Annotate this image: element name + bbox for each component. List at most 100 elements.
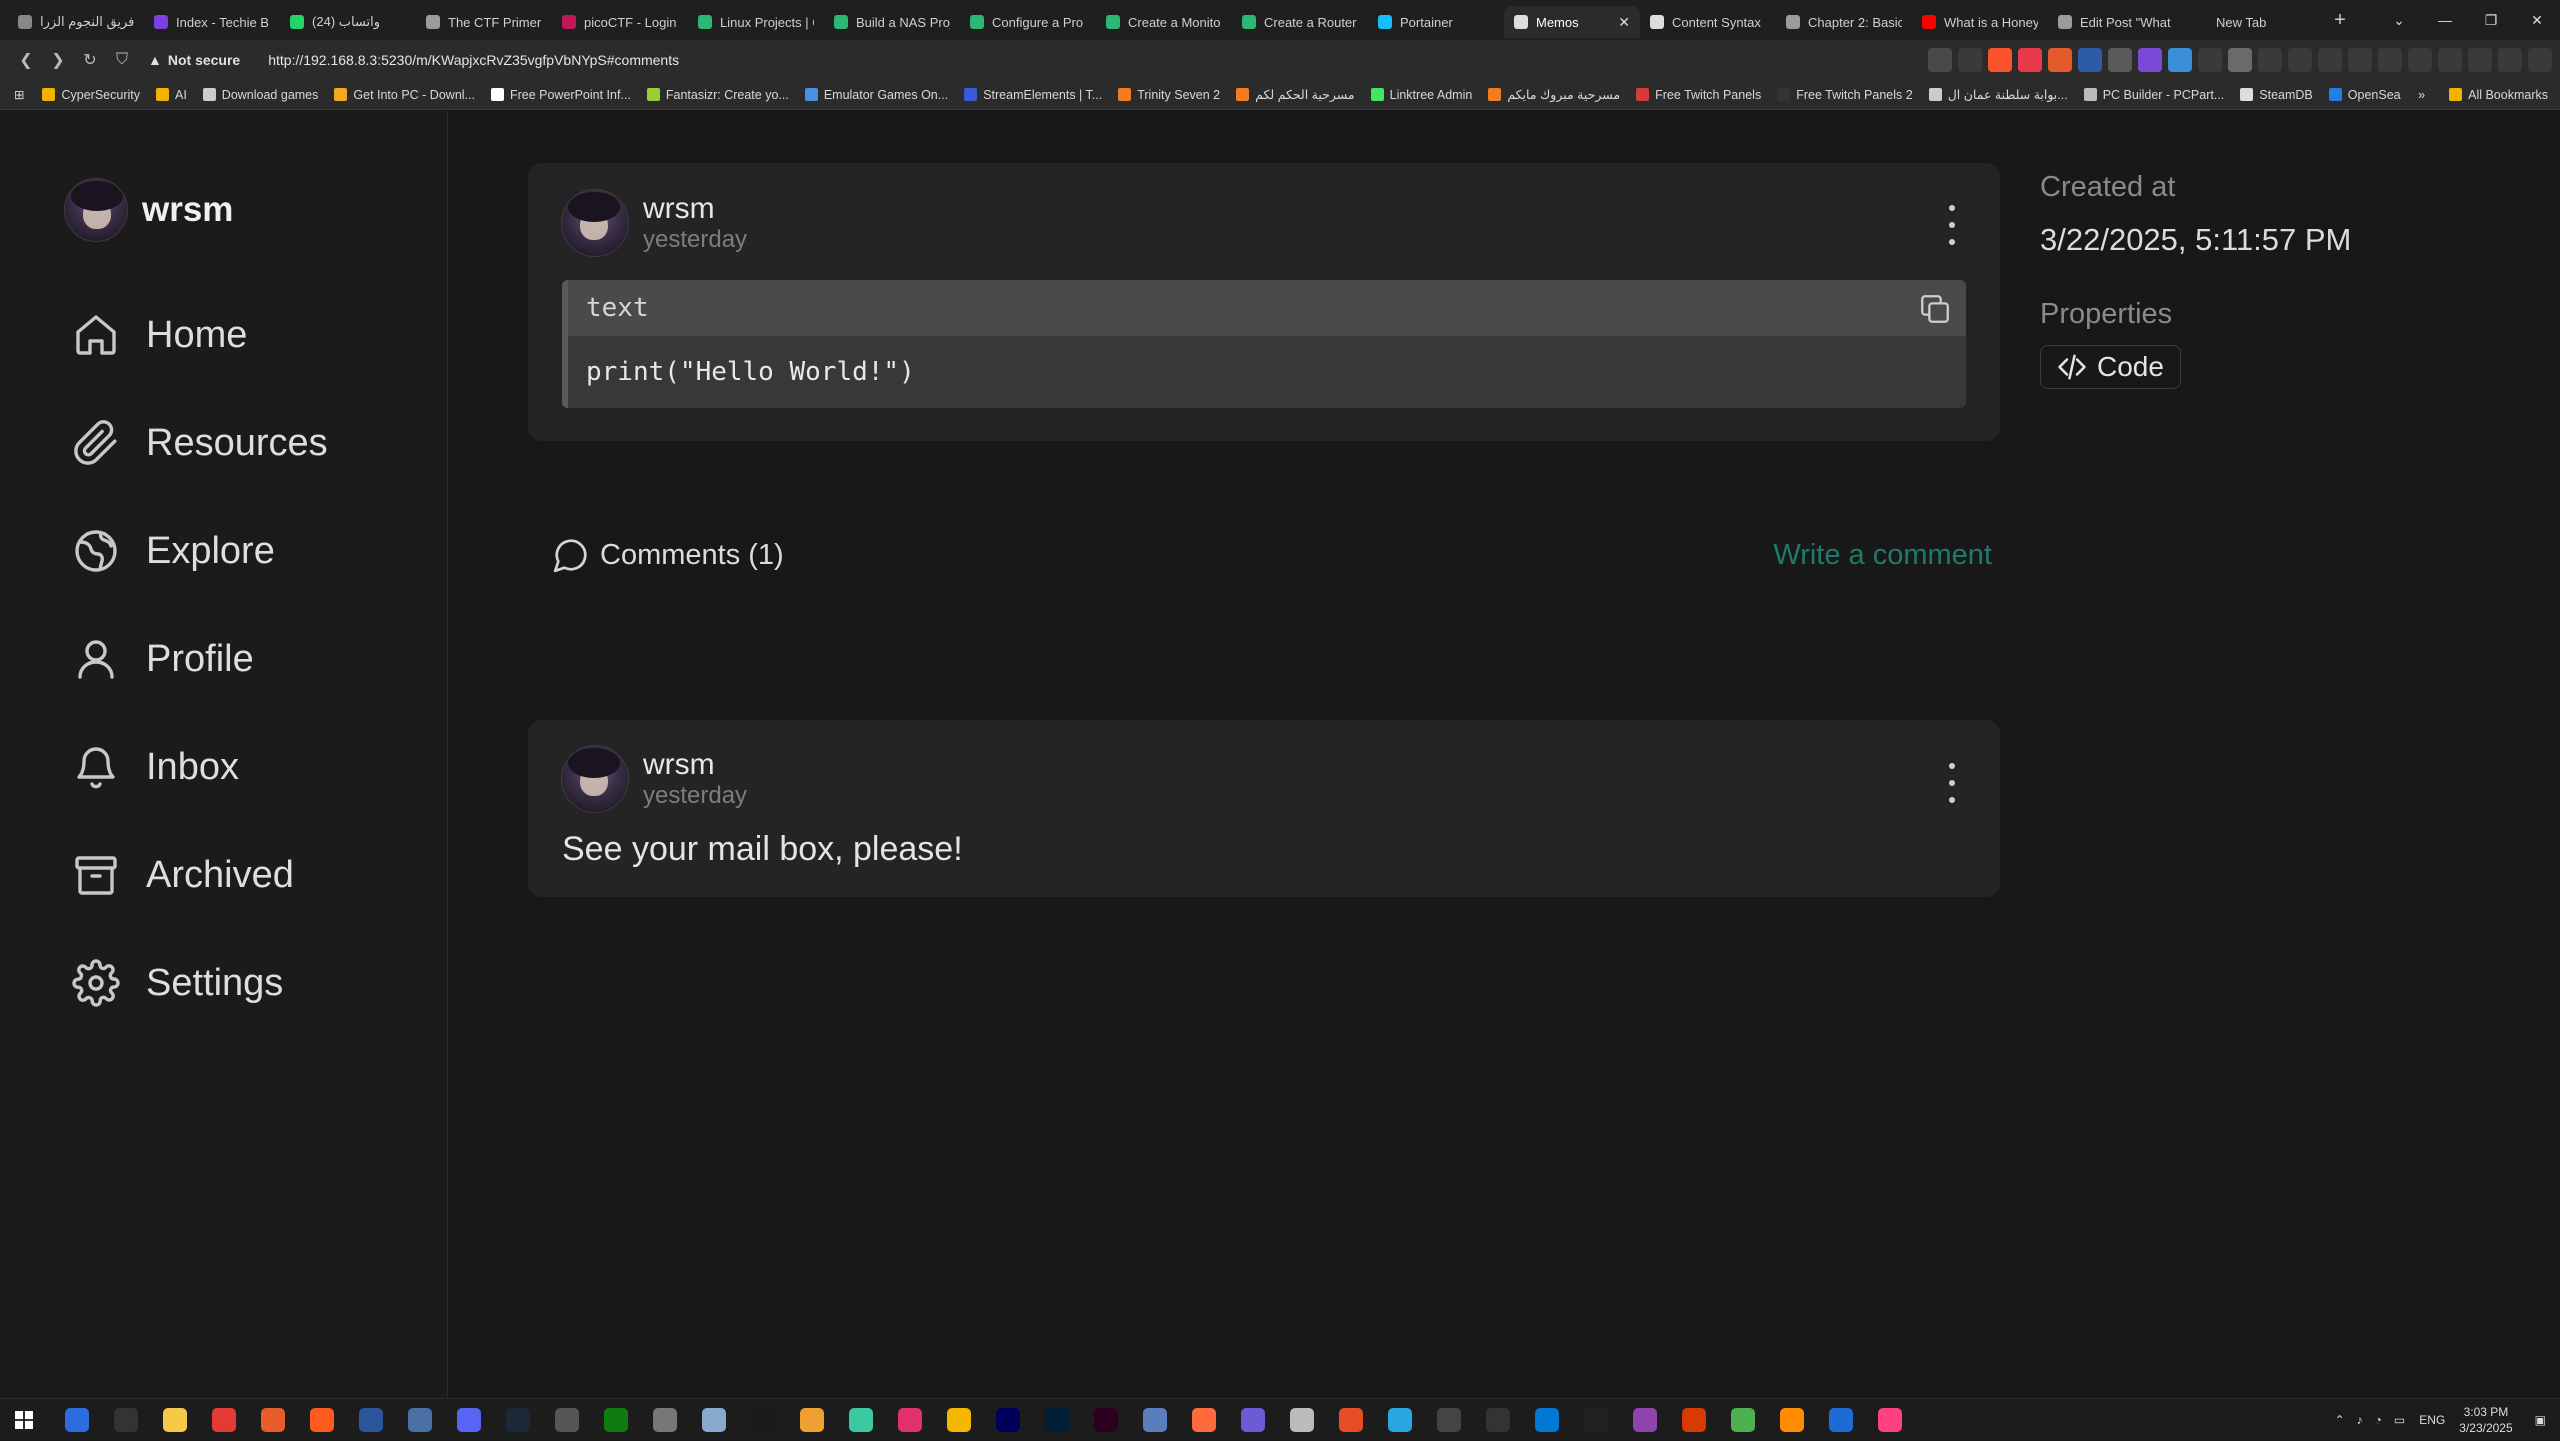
taskbar-app-icon[interactable] bbox=[1535, 1407, 1559, 1432]
extension-icon[interactable] bbox=[2258, 48, 2282, 72]
windows-start-icon[interactable] bbox=[0, 1399, 48, 1441]
profile-icon[interactable] bbox=[2498, 48, 2522, 72]
taskbar-app-icon[interactable] bbox=[1829, 1407, 1853, 1432]
browser-tab[interactable]: Content Syntax bbox=[1640, 6, 1776, 38]
browser-tab[interactable]: Portainer bbox=[1368, 6, 1504, 38]
bookmark-item[interactable]: Free Twitch Panels 2 bbox=[1777, 88, 1913, 102]
bookmark-item[interactable]: Free Twitch Panels bbox=[1636, 88, 1761, 102]
taskbar-app-icon[interactable] bbox=[555, 1407, 579, 1432]
taskbar-app-icon[interactable] bbox=[163, 1407, 187, 1432]
extension-icon[interactable] bbox=[2168, 48, 2192, 72]
taskbar-app-icon[interactable] bbox=[1437, 1407, 1461, 1432]
browser-tab[interactable]: The CTF Primer bbox=[416, 6, 552, 38]
taskbar-app-icon[interactable] bbox=[947, 1407, 971, 1432]
browser-tab[interactable]: picoCTF - Login bbox=[552, 6, 688, 38]
avatar[interactable] bbox=[561, 189, 629, 257]
taskbar-app-icon[interactable] bbox=[457, 1407, 481, 1432]
taskbar-app-icon[interactable] bbox=[1486, 1407, 1510, 1432]
notifications-icon[interactable]: ▣ bbox=[2535, 1413, 2546, 1427]
taskbar-app-icon[interactable] bbox=[1633, 1407, 1657, 1432]
taskbar-app-icon[interactable] bbox=[702, 1407, 726, 1432]
browser-tab[interactable]: Memos ✕ bbox=[1504, 6, 1640, 38]
comment-time[interactable]: yesterday bbox=[643, 782, 747, 810]
sidebar-user[interactable]: wrsm bbox=[64, 178, 233, 242]
browser-tab[interactable]: Create a Monito bbox=[1096, 6, 1232, 38]
taskbar-app-icon[interactable] bbox=[114, 1407, 138, 1432]
taskbar-app-icon[interactable] bbox=[1192, 1407, 1216, 1432]
bookmark-item[interactable]: Linktree Admin bbox=[1370, 88, 1472, 102]
minimize-button[interactable]: — bbox=[2422, 12, 2468, 28]
browser-tab[interactable]: Index - Techie B bbox=[144, 6, 280, 38]
browser-tab[interactable]: New Tab bbox=[2184, 6, 2320, 38]
all-bookmarks-folder[interactable]: All Bookmarks bbox=[2449, 88, 2548, 102]
bookmark-item[interactable]: بوابة سلطنة عمان ال... bbox=[1928, 87, 2068, 102]
brave-shield-icon[interactable] bbox=[1988, 48, 2012, 72]
sidebar-item-home[interactable]: Home bbox=[72, 281, 328, 389]
more-bookmarks-chevron-icon[interactable]: » bbox=[2418, 88, 2425, 102]
extension-icon[interactable] bbox=[2048, 48, 2072, 72]
tab-search-chevron-icon[interactable]: ⌄ bbox=[2376, 12, 2422, 29]
browser-tab[interactable]: Configure a Pro bbox=[960, 6, 1096, 38]
menu-icon[interactable] bbox=[2528, 48, 2552, 72]
extension-icon[interactable] bbox=[2228, 48, 2252, 72]
apps-grid-icon[interactable]: ⊞ bbox=[14, 87, 24, 102]
bookmark-item[interactable]: Download games bbox=[202, 88, 318, 102]
taskbar-app-icon[interactable] bbox=[408, 1407, 432, 1432]
taskbar-app-icon[interactable] bbox=[310, 1407, 334, 1432]
bookmark-item[interactable]: StreamElements | T... bbox=[964, 88, 1102, 102]
bookmark-item[interactable]: Emulator Games On... bbox=[804, 88, 948, 102]
sidebar-item-resources[interactable]: Resources bbox=[72, 389, 328, 497]
taskbar-app-icon[interactable] bbox=[1290, 1407, 1314, 1432]
close-window-button[interactable]: ✕ bbox=[2514, 12, 2560, 29]
close-tab-icon[interactable]: ✕ bbox=[1618, 14, 1630, 31]
clock[interactable]: 3:03 PM 3/23/2025 bbox=[2459, 1404, 2512, 1436]
sidebar-item-inbox[interactable]: Inbox bbox=[72, 713, 328, 821]
tray-overflow-chevron-icon[interactable]: ⌃ bbox=[2335, 1413, 2345, 1427]
taskbar-app-icon[interactable] bbox=[212, 1407, 236, 1432]
browser-tab[interactable]: فريق النجوم الزرا bbox=[8, 6, 144, 38]
taskbar-app-icon[interactable] bbox=[261, 1407, 285, 1432]
taskbar-app-icon[interactable] bbox=[1584, 1407, 1608, 1432]
zoom-icon[interactable] bbox=[1928, 48, 1952, 72]
comment-author[interactable]: wrsm bbox=[643, 748, 747, 782]
sidebar-item-profile[interactable]: Profile bbox=[72, 605, 328, 713]
share-icon[interactable] bbox=[1958, 48, 1982, 72]
sidebar-item-archived[interactable]: Archived bbox=[72, 821, 328, 929]
extension-icon[interactable] bbox=[2288, 48, 2312, 72]
media-icon[interactable] bbox=[2348, 48, 2372, 72]
browser-tab[interactable]: What is a Honey bbox=[1912, 6, 2048, 38]
bookmark-item[interactable]: Fantasizr: Create yo... bbox=[646, 88, 789, 102]
bookmark-item[interactable]: مسرحية مبروك مايكم bbox=[1488, 87, 1620, 102]
avatar[interactable] bbox=[561, 745, 629, 813]
extension-icon[interactable] bbox=[2138, 48, 2162, 72]
wifi-icon[interactable]: ◔ bbox=[2375, 1413, 2382, 1427]
copy-icon[interactable] bbox=[1918, 292, 1952, 326]
taskbar-app-icon[interactable] bbox=[1682, 1407, 1706, 1432]
memo-author[interactable]: wrsm bbox=[643, 192, 747, 226]
bookmark-item[interactable]: Trinity Seven 2 bbox=[1118, 88, 1220, 102]
brave-rewards-icon[interactable] bbox=[2018, 48, 2042, 72]
write-comment-button[interactable]: Write a comment bbox=[1773, 539, 1992, 572]
taskbar-app-icon[interactable] bbox=[1143, 1407, 1167, 1432]
language-indicator[interactable]: ENG bbox=[2419, 1413, 2445, 1427]
forward-icon[interactable]: ❯ bbox=[42, 50, 74, 70]
taskbar-app-icon[interactable] bbox=[1045, 1407, 1069, 1432]
security-indicator[interactable]: ▲ Not secure bbox=[148, 52, 240, 68]
browser-tab[interactable]: Edit Post "What bbox=[2048, 6, 2184, 38]
extension-icon[interactable] bbox=[2078, 48, 2102, 72]
browser-tab[interactable]: Linux Projects | C bbox=[688, 6, 824, 38]
extensions-puzzle-icon[interactable] bbox=[2318, 48, 2342, 72]
wallet-icon[interactable] bbox=[2408, 48, 2432, 72]
browser-tab[interactable]: Build a NAS Proj bbox=[824, 6, 960, 38]
url-field[interactable]: http://192.168.8.3:5230/m/KWapjxcRvZ35vg… bbox=[268, 52, 679, 68]
taskbar-app-icon[interactable] bbox=[849, 1407, 873, 1432]
taskbar-app-icon[interactable] bbox=[898, 1407, 922, 1432]
bookmark-item[interactable]: CyperSecurity bbox=[42, 88, 140, 102]
taskbar-app-icon[interactable] bbox=[996, 1407, 1020, 1432]
bookmark-item[interactable]: Get Into PC - Downl... bbox=[334, 88, 475, 102]
extension-icon[interactable] bbox=[2108, 48, 2132, 72]
taskbar-app-icon[interactable] bbox=[1780, 1407, 1804, 1432]
taskbar-app-icon[interactable] bbox=[604, 1407, 628, 1432]
taskbar-app-icon[interactable] bbox=[1388, 1407, 1412, 1432]
bookmark-icon[interactable]: ⛉ bbox=[106, 51, 138, 69]
